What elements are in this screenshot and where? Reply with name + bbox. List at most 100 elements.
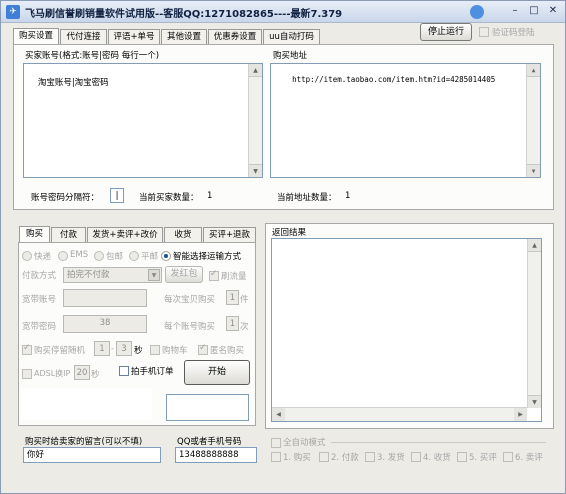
random-stay-label: 购买停留随机: [34, 346, 86, 356]
buyer-accounts-label: 买家账号(格式:账号|密码 每行一个): [25, 51, 160, 61]
auto-step-ship-label: 3. 发货: [377, 453, 405, 463]
adsl-label: ADSL换IP: [34, 369, 71, 378]
chevron-down-icon[interactable]: ▼: [148, 269, 160, 281]
per-buy-unit: 件: [240, 295, 249, 305]
payment-method-select[interactable]: 拍完不付款 ▼: [63, 267, 162, 283]
result-vscrollbar[interactable]: ▲ ▼: [527, 239, 541, 408]
adsl-unit: 秒: [91, 370, 100, 380]
random-stay-min-input[interactable]: 1: [94, 341, 110, 356]
auto-step-receive-label: 4. 收货: [423, 453, 451, 463]
subtab-review-refund[interactable]: 买评+退款: [203, 227, 256, 243]
address-count-value: 1: [345, 191, 351, 201]
phone-label: QQ或者手机号码: [177, 437, 242, 447]
broadband-account-label: 宽带账号: [22, 295, 57, 305]
auto-mode-checkbox[interactable]: [271, 438, 281, 448]
radio-smart-shipping[interactable]: [161, 251, 171, 261]
result-hscrollbar[interactable]: ◀ ▶: [272, 407, 527, 421]
tab-uu-captcha[interactable]: uu自动打码: [263, 29, 320, 45]
app-window: ✈ 飞马刷信誉刷销量软件试用版--客服QQ:1271082865----最新7.…: [0, 0, 566, 494]
subtab-receive[interactable]: 收货: [164, 227, 202, 243]
scroll-up-icon[interactable]: ▲: [527, 64, 540, 77]
buyer-count-value: 1: [207, 191, 213, 201]
auto-step-buy-checkbox[interactable]: [271, 452, 281, 462]
auto-step-pay-label: 2. 付款: [331, 453, 359, 463]
per-account-input[interactable]: 1: [226, 316, 239, 331]
seller-message-label: 购买时给卖家的留言(可以不填): [25, 437, 143, 447]
mobile-order-label: 拍手机订单: [131, 367, 174, 377]
captcha-login-checkbox[interactable]: [479, 27, 489, 37]
subtab-ship-review-price[interactable]: 发货+卖评+改价: [87, 227, 163, 243]
subtab-pay[interactable]: 付款: [51, 227, 86, 243]
random-stay-checkbox[interactable]: [22, 343, 32, 355]
auto-step-pay-checkbox[interactable]: [319, 452, 329, 462]
tab-purchase-settings[interactable]: 购买设置: [13, 28, 59, 45]
separator-label: 账号密码分隔符：: [31, 193, 100, 203]
anonymous-checkbox[interactable]: [198, 343, 208, 355]
traffic-label: 刷流量: [221, 272, 247, 282]
per-buy-input[interactable]: 1: [226, 290, 239, 305]
auto-step-ship-checkbox[interactable]: [365, 452, 375, 462]
random-stay-max-input[interactable]: 3: [116, 341, 132, 356]
buyer-accounts-text: 淘宝账号|淘宝密码: [37, 78, 109, 88]
result-textarea[interactable]: ▲ ▼ ◀ ▶: [271, 238, 542, 422]
radio-ems[interactable]: [58, 251, 68, 261]
separator-input[interactable]: |: [110, 188, 124, 203]
broadband-account-input[interactable]: [63, 289, 147, 307]
auto-mode-label: 全自动模式: [283, 438, 326, 448]
scroll-up-icon[interactable]: ▲: [528, 239, 541, 252]
adsl-checkbox[interactable]: [22, 369, 32, 379]
purchase-address-label: 购买地址: [273, 51, 308, 61]
per-account-unit: 次: [240, 322, 249, 332]
app-icon: ✈: [6, 5, 20, 19]
buy-extra-input[interactable]: [166, 394, 249, 421]
auto-step-seller-review-checkbox[interactable]: [503, 452, 513, 462]
broadband-password-input[interactable]: 38: [63, 315, 147, 333]
auto-step-buyer-review-label: 5. 买评: [469, 453, 497, 463]
captcha-login-label: 验证码登陆: [492, 28, 535, 38]
mobile-order-checkbox[interactable]: [119, 366, 129, 376]
payment-method-label: 付款方式: [22, 271, 57, 281]
radio-free-shipping[interactable]: [94, 251, 104, 261]
phone-input[interactable]: 13488888888: [175, 447, 257, 463]
scroll-down-icon[interactable]: ▼: [249, 164, 262, 177]
radio-express-label: 快递: [34, 252, 52, 262]
start-button[interactable]: 开始: [184, 360, 250, 385]
per-account-label: 每个账号购买: [164, 322, 216, 332]
traffic-checkbox[interactable]: [209, 269, 219, 281]
subtab-buy[interactable]: 购买: [19, 226, 50, 243]
minimize-button[interactable]: –: [506, 4, 524, 19]
tab-coupon-settings[interactable]: 优惠券设置: [208, 29, 262, 45]
stop-button[interactable]: 停止运行: [420, 23, 472, 41]
seller-message-input[interactable]: 你好: [23, 447, 161, 463]
scroll-left-icon[interactable]: ◀: [272, 408, 285, 421]
auto-step-receive-checkbox[interactable]: [411, 452, 421, 462]
buyer-count-label: 当前买家数量：: [139, 193, 199, 203]
buy-status-area: [22, 388, 152, 420]
cart-checkbox[interactable]: [150, 345, 160, 355]
radio-smart-shipping-label: 智能选择运输方式: [173, 252, 242, 262]
tab-proxy-pay[interactable]: 代付连接: [60, 29, 107, 45]
scroll-up-icon[interactable]: ▲: [249, 64, 262, 77]
radio-express[interactable]: [22, 251, 32, 261]
tab-other-settings[interactable]: 其他设置: [161, 29, 207, 45]
scroll-right-icon[interactable]: ▶: [514, 408, 527, 421]
scroll-down-icon[interactable]: ▼: [527, 164, 540, 177]
scroll-down-icon[interactable]: ▼: [528, 395, 541, 408]
red-packet-button[interactable]: 发红包: [165, 266, 203, 283]
purchase-address-scrollbar[interactable]: ▲ ▼: [526, 64, 540, 177]
tab-review-tracking[interactable]: 评语+单号: [108, 29, 160, 45]
payment-method-value: 拍完不付款: [67, 270, 110, 280]
purchase-address-textarea[interactable]: http://item.taobao.com/item.htm?id=42850…: [270, 63, 541, 178]
radio-surface-mail[interactable]: [129, 251, 139, 261]
buyer-accounts-textarea[interactable]: 淘宝账号|淘宝密码 ▲ ▼: [23, 63, 263, 178]
cart-label: 购物车: [162, 346, 188, 356]
purchase-address-text: http://item.taobao.com/item.htm?id=42850…: [292, 75, 496, 84]
maximize-button[interactable]: □: [525, 4, 543, 19]
buyer-accounts-scrollbar[interactable]: ▲ ▼: [248, 64, 262, 177]
pin-icon[interactable]: [470, 5, 484, 19]
auto-step-buyer-review-checkbox[interactable]: [457, 452, 467, 462]
per-buy-label: 每次宝贝购买: [164, 295, 216, 305]
adsl-interval-input[interactable]: 20: [74, 365, 90, 380]
address-count-label: 当前地址数量：: [277, 193, 337, 203]
close-button[interactable]: ✕: [544, 4, 562, 19]
